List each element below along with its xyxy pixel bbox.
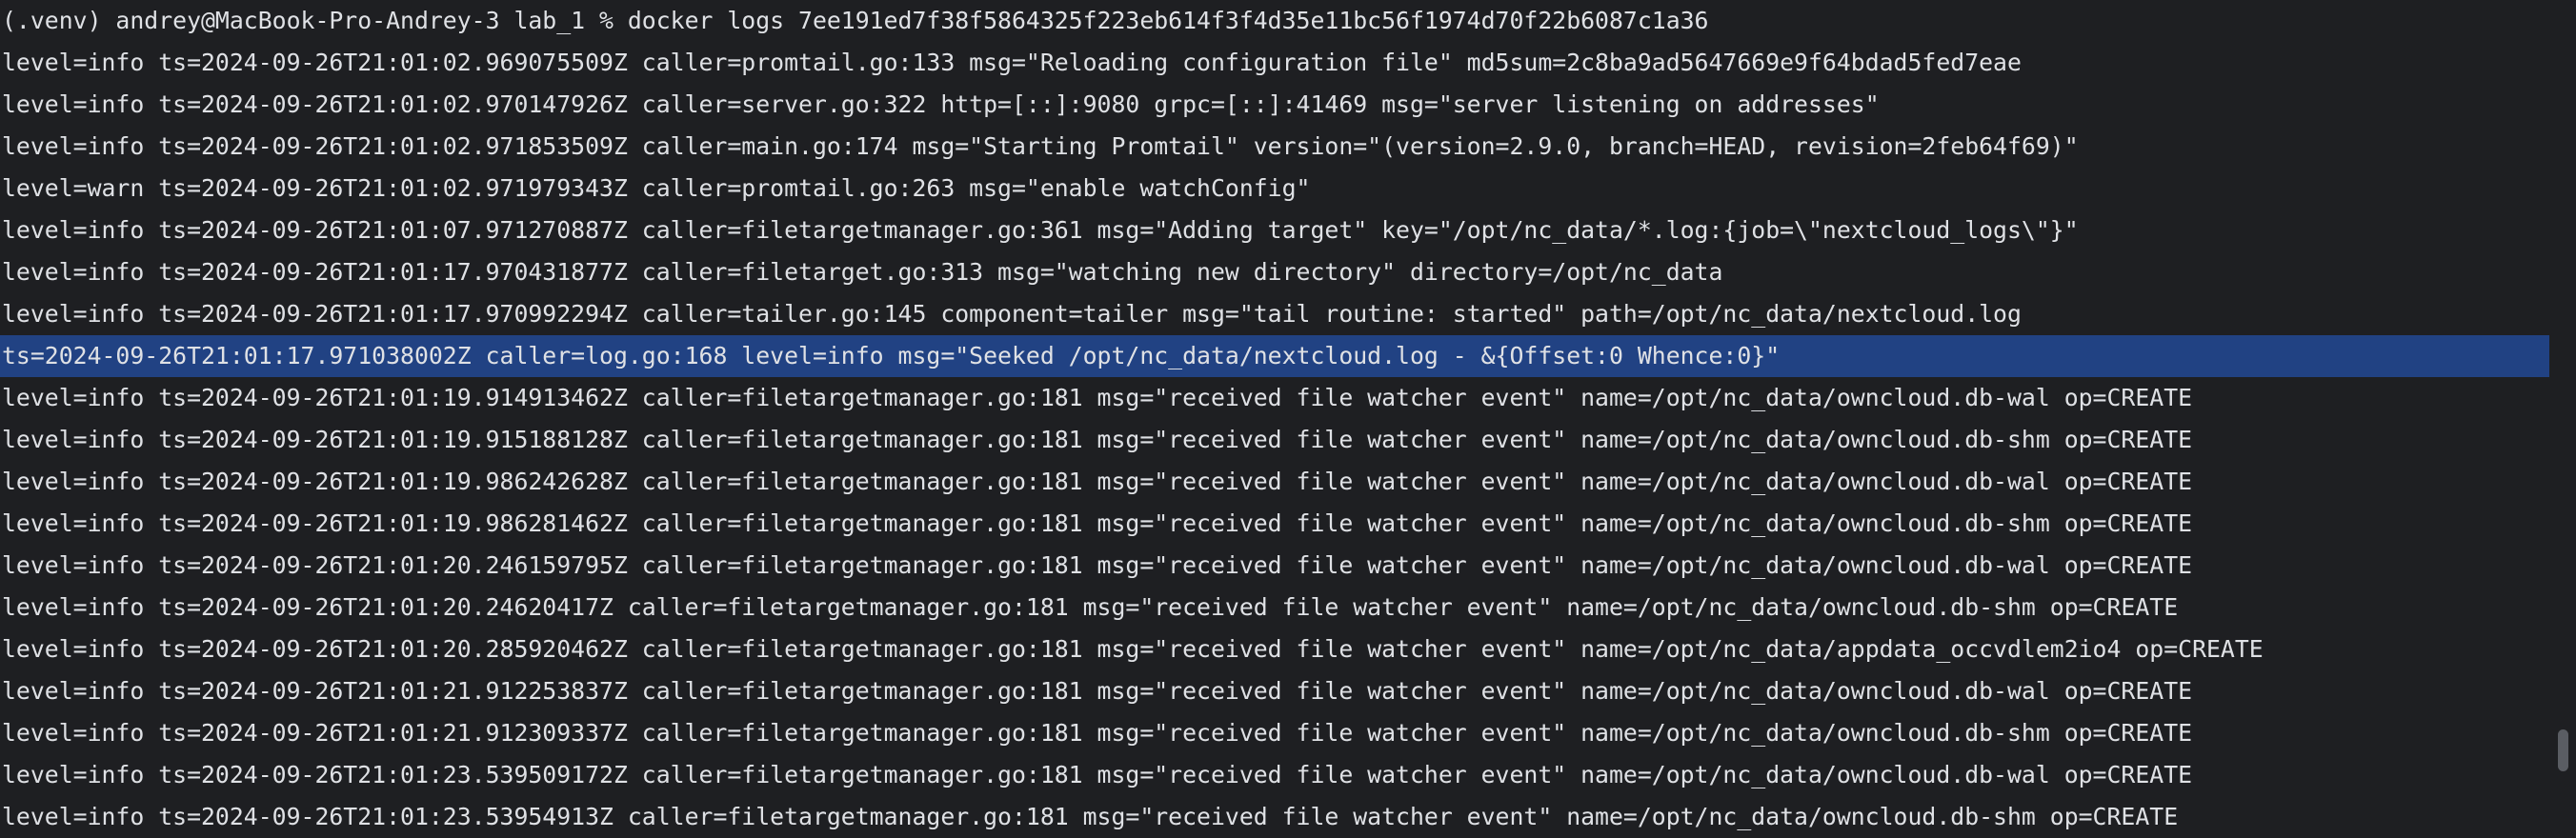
terminal-output[interactable]: (.venv) andrey@MacBook-Pro-Andrey-3 lab_… — [0, 0, 2549, 838]
log-line[interactable]: level=info ts=2024-09-26T21:01:20.246204… — [0, 587, 2549, 628]
log-line[interactable]: level=info ts=2024-09-26T21:01:17.970431… — [0, 251, 2549, 293]
log-line[interactable]: level=info ts=2024-09-26T21:01:19.986242… — [0, 461, 2549, 503]
log-line[interactable]: level=info ts=2024-09-26T21:01:21.912309… — [0, 712, 2549, 754]
scrollbar-thumb[interactable] — [2558, 729, 2568, 771]
log-line[interactable]: level=info ts=2024-09-26T21:01:20.246159… — [0, 545, 2549, 587]
log-line[interactable]: level=warn ts=2024-09-26T21:01:02.971979… — [0, 168, 2549, 210]
log-line[interactable]: level=info ts=2024-09-26T21:01:23.539509… — [0, 754, 2549, 796]
log-line-selected[interactable]: ts=2024-09-26T21:01:17.971038002Z caller… — [0, 335, 2549, 377]
log-line[interactable]: level=info ts=2024-09-26T21:01:19.915188… — [0, 419, 2549, 461]
log-line[interactable]: level=info ts=2024-09-26T21:01:21.912253… — [0, 670, 2549, 712]
vertical-scrollbar[interactable] — [2549, 0, 2576, 838]
log-line[interactable]: level=info ts=2024-09-26T21:01:19.914913… — [0, 377, 2549, 419]
log-line[interactable]: level=info ts=2024-09-26T21:01:23.539549… — [0, 796, 2549, 838]
log-line[interactable]: level=info ts=2024-09-26T21:01:02.970147… — [0, 84, 2549, 126]
log-line[interactable]: level=info ts=2024-09-26T21:01:07.971270… — [0, 210, 2549, 251]
log-line[interactable]: level=info ts=2024-09-26T21:01:02.969075… — [0, 42, 2549, 84]
log-line[interactable]: level=info ts=2024-09-26T21:01:19.986281… — [0, 503, 2549, 545]
log-line[interactable]: level=info ts=2024-09-26T21:01:17.970992… — [0, 293, 2549, 335]
prompt-line[interactable]: (.venv) andrey@MacBook-Pro-Andrey-3 lab_… — [0, 0, 2549, 42]
terminal-window[interactable]: (.venv) andrey@MacBook-Pro-Andrey-3 lab_… — [0, 0, 2576, 838]
log-line[interactable]: level=info ts=2024-09-26T21:01:02.971853… — [0, 126, 2549, 168]
log-line[interactable]: level=info ts=2024-09-26T21:01:20.285920… — [0, 628, 2549, 670]
